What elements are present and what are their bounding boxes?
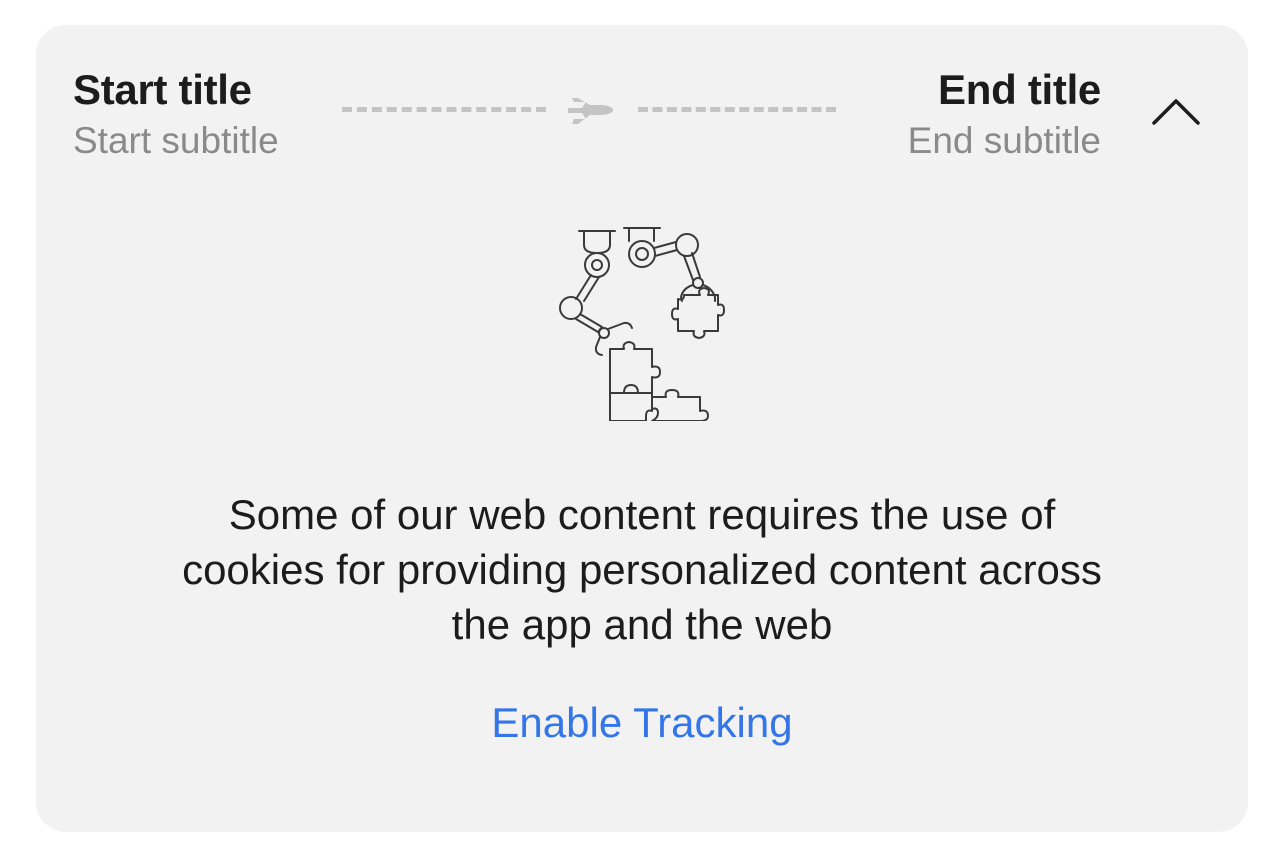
tracking-message-text: Some of our web content requires the use… [182, 491, 1102, 648]
route-end: End title End subtitle [907, 65, 1102, 167]
enable-tracking-button[interactable]: Enable Tracking [36, 695, 1248, 751]
tracking-message: Some of our web content requires the use… [36, 487, 1248, 652]
end-title: End title [938, 66, 1101, 113]
tracking-card: Start title Start subtitle End title End… [36, 25, 1248, 832]
route-dash-left [342, 107, 546, 112]
start-subtitle: Start subtitle [73, 120, 279, 161]
start-title: Start title [73, 66, 252, 113]
route-start: Start title Start subtitle [73, 65, 279, 167]
end-subtitle: End subtitle [907, 120, 1101, 161]
robot-arms-puzzle-illustration [559, 227, 725, 421]
route-dash-right [638, 107, 836, 112]
airplane-icon [568, 98, 613, 124]
route-line [342, 95, 836, 125]
chevron-up-icon[interactable] [1148, 95, 1204, 131]
